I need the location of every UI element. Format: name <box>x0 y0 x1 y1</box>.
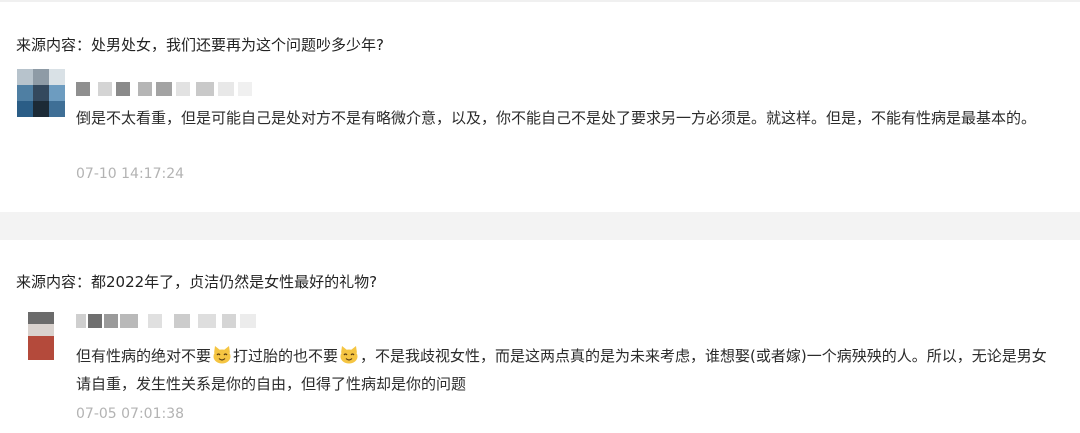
comment-text: 倒是不太看重，但是可能自己是处对方不是有略微介意，以及，你不能自己不是处了要求另… <box>76 104 1056 132</box>
comment-timestamp: 07-05 07:01:38 <box>76 406 185 422</box>
comment-body: 倒是不太看重，但是可能自己是处对方不是有略微介意，以及，你不能自己不是处了要求另… <box>76 109 1037 127</box>
comment-text: 但有性病的绝对不要 打过胎的也不要 ，不是我歧视女性，而是这两点真的是为未来考虑，谁… <box>76 342 1056 398</box>
comment-timestamp: 07-10 14:17:24 <box>76 166 185 182</box>
avatar[interactable] <box>17 69 65 117</box>
source-content-label[interactable]: 来源内容：处男处女，我们还要再为这个问题吵多少年? <box>16 35 384 55</box>
cat-face-icon <box>213 346 231 364</box>
comment-body-part-1: 但有性病的绝对不要 <box>76 347 212 365</box>
username-blurred[interactable] <box>76 82 266 96</box>
avatar[interactable] <box>28 312 54 360</box>
comment-body-part-2: 打过胎的也不要 <box>233 347 339 365</box>
source-content-label[interactable]: 来源内容：都2022年了，贞洁仍然是女性最好的礼物? <box>16 272 377 292</box>
comment-card-1: 来源内容：处男处女，我们还要再为这个问题吵多少年? 倒是不太看重，但是可能自己是 <box>0 2 1080 212</box>
section-separator <box>0 212 1080 240</box>
username-blurred[interactable] <box>76 314 266 328</box>
comment-card-2: 来源内容：都2022年了，贞洁仍然是女性最好的礼物? 但有性病的绝对不要 打过胎的… <box>0 240 1080 433</box>
cat-face-icon <box>340 346 358 364</box>
comments-page: 来源内容：处男处女，我们还要再为这个问题吵多少年? 倒是不太看重，但是可能自己是 <box>0 0 1080 433</box>
